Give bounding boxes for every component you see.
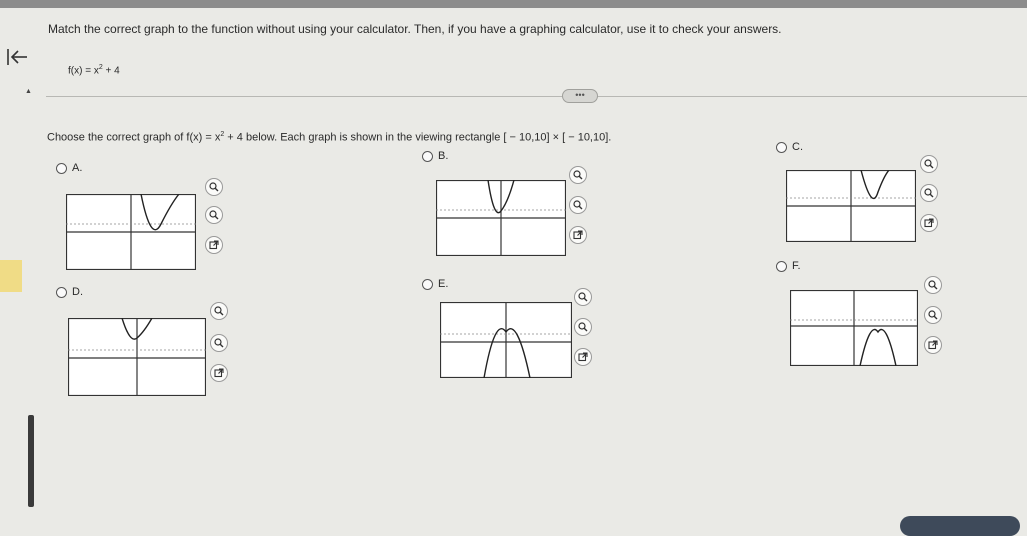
option-c[interactable]: C. [776, 141, 803, 153]
external-link-icon[interactable] [920, 214, 938, 232]
radio-e[interactable] [422, 278, 433, 290]
zoom-in-icon[interactable] [920, 155, 938, 173]
radio-c[interactable] [776, 141, 787, 153]
question-text-after: + 4 below. Each graph is shown in the vi… [224, 131, 612, 144]
option-d-label: D. [72, 286, 83, 298]
option-e-label: E. [438, 278, 449, 290]
question-text-before: Choose the correct graph of f(x) = x [47, 131, 221, 144]
external-link-icon[interactable] [210, 364, 228, 382]
collapse-caret-icon[interactable]: ▲ [25, 88, 32, 95]
graph-a[interactable] [66, 194, 196, 270]
option-d[interactable]: D. [56, 286, 83, 298]
function-definition: f(x) = x2 + 4 [68, 64, 120, 76]
bottom-toolbar[interactable] [900, 516, 1020, 536]
zoom-in-icon[interactable] [205, 178, 223, 196]
divider [46, 96, 1027, 97]
zoom-out-icon[interactable] [205, 206, 223, 224]
radio-f[interactable] [776, 260, 787, 272]
graph-c[interactable] [786, 170, 916, 242]
option-f[interactable]: F. [776, 260, 801, 272]
scrollbar-handle[interactable] [28, 415, 34, 507]
instructions: Match the correct graph to the function … [48, 22, 782, 36]
top-bar [0, 0, 1027, 8]
zoom-out-icon[interactable] [924, 306, 942, 324]
zoom-out-icon[interactable] [569, 196, 587, 214]
zoom-in-icon[interactable] [574, 288, 592, 306]
side-tab[interactable] [0, 260, 22, 292]
option-b-label: B. [438, 150, 449, 162]
graph-e[interactable] [440, 302, 572, 378]
radio-d[interactable] [56, 286, 67, 298]
question-prompt: Choose the correct graph of f(x) = x2 + … [47, 131, 611, 144]
radio-b[interactable] [422, 150, 433, 162]
graph-d[interactable] [68, 318, 206, 396]
zoom-out-icon[interactable] [210, 334, 228, 352]
option-f-label: F. [792, 260, 801, 272]
function-suffix: + 4 [102, 65, 120, 77]
option-e[interactable]: E. [422, 278, 448, 290]
graph-b[interactable] [436, 180, 566, 256]
zoom-out-icon[interactable] [574, 318, 592, 336]
graph-f[interactable] [790, 290, 918, 366]
external-link-icon[interactable] [924, 336, 942, 354]
option-a-label: A. [72, 162, 83, 174]
option-a[interactable]: A. [56, 162, 82, 174]
external-link-icon[interactable] [574, 348, 592, 366]
zoom-in-icon[interactable] [569, 166, 587, 184]
more-button[interactable]: ••• [562, 89, 598, 103]
radio-a[interactable] [56, 162, 67, 174]
zoom-in-icon[interactable] [210, 302, 228, 320]
external-link-icon[interactable] [205, 236, 223, 254]
function-prefix: f(x) = x [68, 65, 99, 77]
zoom-out-icon[interactable] [920, 184, 938, 202]
zoom-in-icon[interactable] [924, 276, 942, 294]
back-arrow-icon[interactable] [6, 46, 28, 68]
external-link-icon[interactable] [569, 226, 587, 244]
option-c-label: C. [792, 141, 803, 153]
option-b[interactable]: B. [422, 150, 448, 162]
